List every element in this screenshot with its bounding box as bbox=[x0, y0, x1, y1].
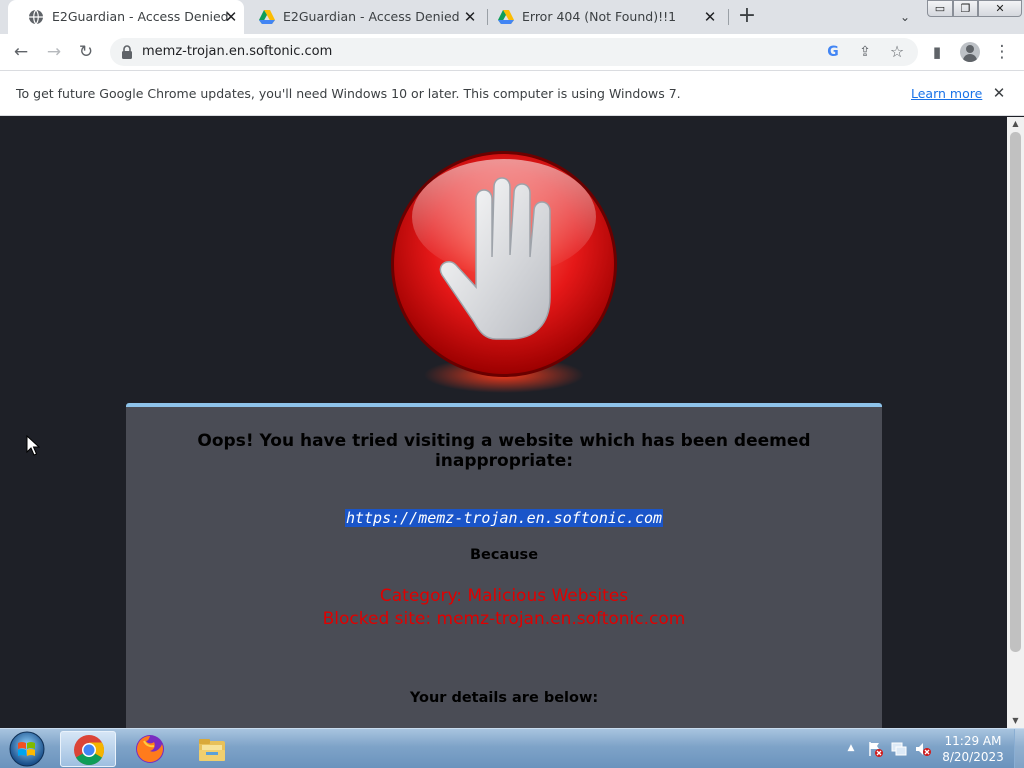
blocked-url[interactable]: https://memz-trojan.en.softonic.com bbox=[126, 509, 882, 527]
menu-icon[interactable]: ⋮ bbox=[992, 42, 1012, 62]
address-bar[interactable]: memz-trojan.en.softonic.com G ⇪ ☆ bbox=[110, 38, 918, 66]
tab-title: Error 404 (Not Found)!!1 bbox=[522, 9, 677, 24]
close-window-button[interactable]: ✕ bbox=[978, 0, 1022, 17]
forward-button[interactable]: → bbox=[42, 41, 66, 63]
show-desktop-button[interactable] bbox=[1014, 729, 1024, 768]
windows-start-icon[interactable] bbox=[7, 730, 47, 768]
chrome-icon bbox=[74, 735, 105, 766]
tab-e2guardian-1[interactable]: E2Guardian - Access Denied ✕ bbox=[8, 0, 244, 34]
scroll-up-icon[interactable]: ▲ bbox=[1007, 117, 1024, 131]
profile-avatar[interactable] bbox=[960, 42, 980, 62]
tab-close-icon[interactable]: ✕ bbox=[461, 8, 479, 26]
tab-separator bbox=[728, 9, 729, 25]
because-label: Because bbox=[469, 547, 539, 563]
blocked-message-card: Oops! You have tried visiting a website … bbox=[126, 403, 882, 728]
reload-button[interactable]: ↻ bbox=[74, 41, 98, 63]
tab-title: E2Guardian - Access Denied bbox=[52, 9, 229, 24]
tab-error-404[interactable]: Error 404 (Not Found)!!1 ✕ bbox=[488, 0, 728, 34]
google-lens-icon[interactable]: G bbox=[824, 43, 842, 61]
network-icon[interactable] bbox=[890, 740, 908, 758]
taskbar-chrome[interactable] bbox=[60, 731, 116, 767]
google-drive-icon bbox=[259, 10, 275, 24]
action-center-flag-icon[interactable] bbox=[866, 740, 884, 758]
folder-icon bbox=[199, 739, 225, 761]
page-scrollbar[interactable]: ▲ ▼ bbox=[1007, 117, 1024, 728]
scroll-down-icon[interactable]: ▼ bbox=[1007, 714, 1024, 728]
clock-time: 11:29 AM bbox=[944, 734, 1002, 748]
volume-muted-icon[interactable] bbox=[914, 740, 932, 758]
share-icon[interactable]: ⇪ bbox=[856, 43, 874, 61]
scrollbar-thumb[interactable] bbox=[1010, 132, 1021, 652]
window-controls: ▭ ❐ ✕ bbox=[927, 0, 1022, 18]
update-infobar: To get future Google Chrome updates, you… bbox=[0, 70, 1024, 116]
tab-title: E2Guardian - Access Denied bbox=[283, 9, 460, 24]
page-heading: Oops! You have tried visiting a website … bbox=[197, 431, 811, 471]
stop-hand-icon bbox=[391, 151, 617, 393]
learn-more-link[interactable]: Learn more bbox=[911, 86, 982, 101]
infobar-close-icon[interactable]: ✕ bbox=[990, 84, 1008, 102]
category-text: Category: Malicious Websites bbox=[379, 586, 629, 606]
taskbar-firefox[interactable] bbox=[122, 731, 178, 767]
clock-date: 8/20/2023 bbox=[942, 750, 1004, 764]
lock-icon[interactable] bbox=[121, 45, 133, 59]
mouse-cursor-icon bbox=[26, 435, 40, 456]
blocked-url-text[interactable]: https://memz-trojan.en.softonic.com bbox=[344, 509, 664, 527]
bookmark-star-icon[interactable]: ☆ bbox=[888, 43, 906, 61]
url-text[interactable]: memz-trojan.en.softonic.com bbox=[142, 44, 332, 59]
system-clock[interactable]: 11:29 AM 8/20/2023 bbox=[938, 733, 1008, 765]
details-heading: Your details are below: bbox=[409, 690, 599, 706]
blocked-site-text: Blocked site: memz-trojan.en.softonic.co… bbox=[322, 609, 686, 629]
tab-strip: E2Guardian - Access Denied ✕ E2Guardian … bbox=[0, 0, 1024, 34]
page-content: Oops! You have tried visiting a website … bbox=[0, 117, 1007, 728]
tray-expand-icon[interactable]: ▲ bbox=[845, 741, 857, 755]
tab-close-icon[interactable]: ✕ bbox=[222, 8, 240, 26]
back-button[interactable]: ← bbox=[9, 41, 33, 63]
tab-close-icon[interactable]: ✕ bbox=[701, 8, 719, 26]
taskbar-explorer[interactable] bbox=[184, 731, 240, 767]
globe-icon bbox=[29, 9, 43, 25]
windows-taskbar: ▲ 11:29 AM 8/20/2023 bbox=[0, 728, 1024, 768]
browser-toolbar: ← → ↻ memz-trojan.en.softonic.com G ⇪ ☆ … bbox=[0, 34, 1024, 70]
tab-search-icon[interactable]: ⌄ bbox=[894, 6, 916, 28]
new-tab-button[interactable]: + bbox=[736, 5, 758, 28]
maximize-button[interactable]: ❐ bbox=[953, 0, 978, 17]
side-panel-icon[interactable]: ▮ bbox=[927, 42, 947, 62]
google-drive-icon bbox=[498, 10, 514, 24]
firefox-icon bbox=[136, 735, 164, 763]
tab-e2guardian-2[interactable]: E2Guardian - Access Denied ✕ bbox=[240, 0, 486, 34]
infobar-message: To get future Google Chrome updates, you… bbox=[16, 86, 681, 101]
minimize-button[interactable]: ▭ bbox=[927, 0, 953, 17]
